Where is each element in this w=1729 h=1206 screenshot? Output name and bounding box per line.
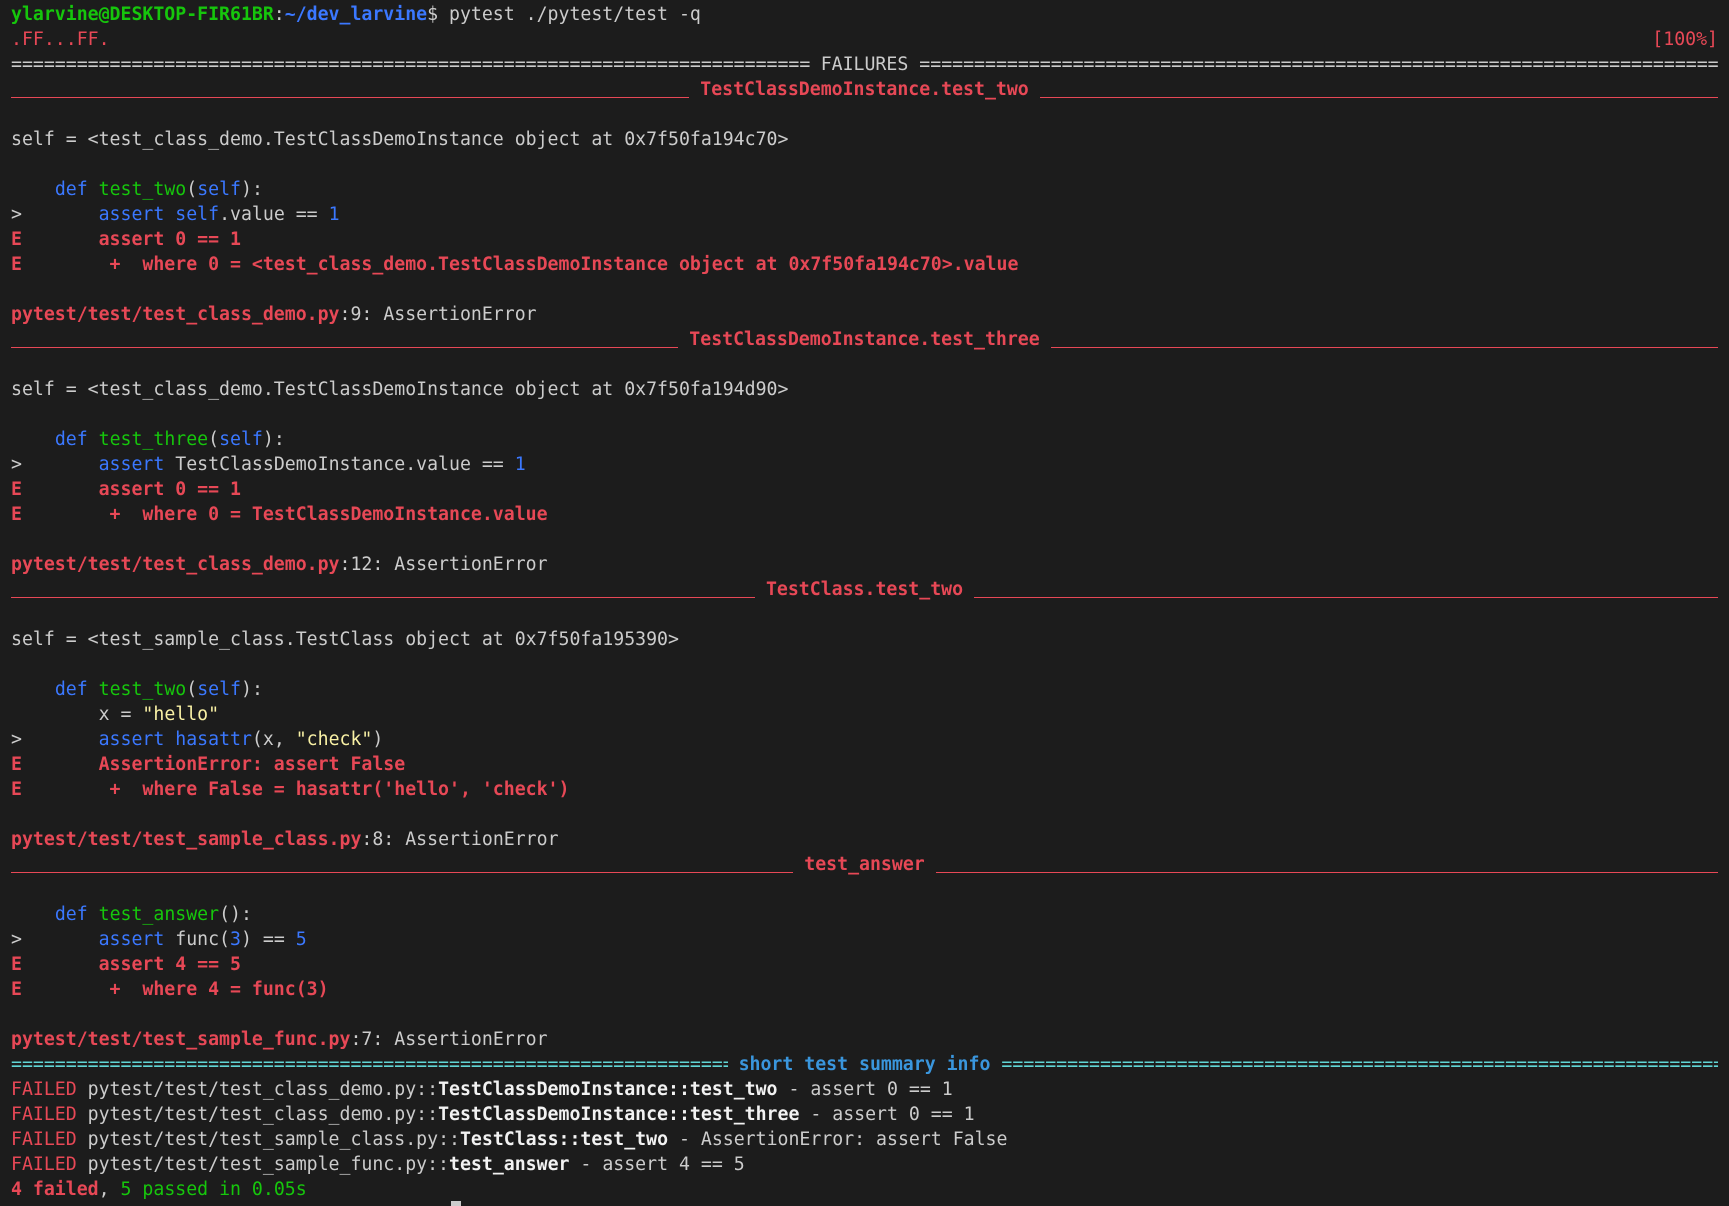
error-line: E AssertionError: assert False [11,754,406,775]
error-line: E assert 4 == 5 [11,954,241,975]
rule-left [11,871,794,873]
failure-header: TestClassDemoInstance.test_three [11,327,1718,352]
prompt-symbol: $ [427,4,439,25]
rule-left [11,346,679,348]
passed-count: 5 passed in 0.05s [120,1179,307,1200]
summary-row: FAILED pytest/test/test_sample_func.py::… [11,1154,745,1175]
rule-left [11,96,690,98]
failure-title: TestClassDemoInstance.test_three [689,329,1040,350]
code-failing-line: > assert TestClassDemoInstance.value == … [11,454,526,475]
summary-title: short test summary info [738,1054,991,1075]
error-location: pytest/test/test_class_demo.py:12: Asser… [11,554,548,575]
failure-header: TestClassDemoInstance.test_two [11,77,1718,102]
separator-left: ========================================… [11,1054,728,1075]
failure-title: TestClass.test_two [765,579,964,600]
progress-percent: [100%] [1652,29,1718,50]
separator-right: ========================================… [1001,1054,1718,1075]
failure-header: test_answer [11,852,1718,877]
error-line: E + where 0 = <test_class_demo.TestClass… [11,254,1019,275]
summary-row: FAILED pytest/test/test_class_demo.py::T… [11,1104,975,1125]
summary-header: ========================================… [11,1052,1718,1077]
self-line: self = <test_sample_class.TestClass obje… [11,629,679,650]
error-line: E + where False = hasattr('hello', 'chec… [11,779,570,800]
self-line: self = <test_class_demo.TestClassDemoIns… [11,379,789,400]
error-line: E + where 4 = func(3) [11,979,329,1000]
progress-dots: .FF...FF. [11,29,110,50]
terminal-window[interactable]: ylarvine@DESKTOP-FIR61BR:~/dev_larvine$ … [0,0,1729,1206]
rule-right [1039,96,1718,98]
error-location: pytest/test/test_sample_class.py:8: Asse… [11,829,559,850]
error-line: E assert 0 == 1 [11,229,241,250]
code-def-line: def test_three(self): [54,429,285,450]
prompt-command: pytest ./pytest/test -q [438,4,701,25]
error-location: pytest/test/test_class_demo.py:9: Assert… [11,304,537,325]
error-line: E + where 0 = TestClassDemoInstance.valu… [11,504,548,525]
summary-row: FAILED pytest/test/test_class_demo.py::T… [11,1079,953,1100]
separator-right: ========================================… [919,54,1718,75]
code-def-line: def test_two(self): [54,679,263,700]
code-def-line: def test_answer(): [54,904,252,925]
prompt-colon: : [273,4,285,25]
prompt-user-host: ylarvine@DESKTOP-FIR61BR [11,4,274,25]
rule-left [11,596,755,598]
progress-line: .FF...FF. [100%] [11,27,1718,52]
failures-header: ========================================… [11,52,1718,77]
separator-left: ========================================… [11,54,810,75]
summary-row: FAILED pytest/test/test_sample_class.py:… [11,1129,1008,1150]
self-line: self = <test_class_demo.TestClassDemoIns… [11,129,789,150]
failures-title: FAILURES [820,54,909,75]
failed-count: 4 failed [11,1179,99,1200]
prompt-line: ylarvine@DESKTOP-FIR61BR:~/dev_larvine$ … [11,2,1718,27]
error-line: E assert 0 == 1 [11,479,241,500]
rule-right [935,871,1718,873]
failure-header: TestClass.test_two [11,577,1718,602]
failure-title: test_answer [804,854,925,875]
rule-right [974,596,1718,598]
code-assign-line: x = "hello" [98,704,220,725]
code-failing-line: > assert hasattr(x, "check") [11,729,384,750]
code-def-line: def test_two(self): [54,179,263,200]
failure-title: TestClassDemoInstance.test_two [700,79,1029,100]
code-failing-line: > assert self.value == 1 [11,204,340,225]
result-line: 4 failed, 5 passed in 0.05s [11,1179,307,1200]
terminal-cursor [451,1201,461,1206]
code-failing-line: > assert func(3) == 5 [11,929,307,950]
error-location: pytest/test/test_sample_func.py:7: Asser… [11,1029,548,1050]
rule-right [1050,346,1718,348]
prompt-path: ~/dev_larvine [284,4,428,25]
